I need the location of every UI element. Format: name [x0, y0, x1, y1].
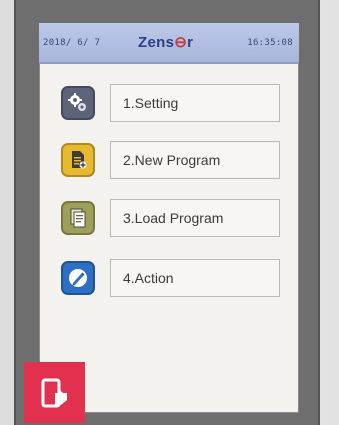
menu-item-action[interactable]: 4.Action	[39, 259, 299, 303]
mobile-tap-icon[interactable]	[24, 362, 85, 423]
menu-item-new-program[interactable]: 2.New Program	[39, 141, 299, 185]
status-date: 2018/ 6/ 7	[43, 38, 101, 48]
status-bar: 2018/ 6/ 7 Zens⊖r 16:35:08	[39, 23, 299, 64]
gears-icon[interactable]	[61, 86, 95, 120]
pen-icon[interactable]	[61, 261, 95, 295]
brand-prefix: Zens	[138, 34, 175, 51]
brand-mark: ⊖	[174, 34, 188, 51]
new-document-icon[interactable]	[61, 143, 95, 177]
menu-item-setting[interactable]: 1.Setting	[39, 84, 299, 128]
brand-logo: Zens⊖r	[138, 33, 193, 51]
menu-item-load-program[interactable]: 3.Load Program	[39, 199, 299, 243]
status-time: 16:35:08	[247, 38, 293, 48]
action-button[interactable]: 4.Action	[110, 259, 280, 297]
new-program-button[interactable]: 2.New Program	[110, 141, 280, 179]
touch-screen: 2018/ 6/ 7 Zens⊖r 16:35:08 1.Setting 2.N…	[39, 23, 299, 413]
load-document-icon[interactable]	[61, 201, 95, 235]
setting-button[interactable]: 1.Setting	[110, 84, 280, 122]
brand-suffix: r	[187, 34, 194, 51]
load-program-button[interactable]: 3.Load Program	[110, 199, 280, 237]
